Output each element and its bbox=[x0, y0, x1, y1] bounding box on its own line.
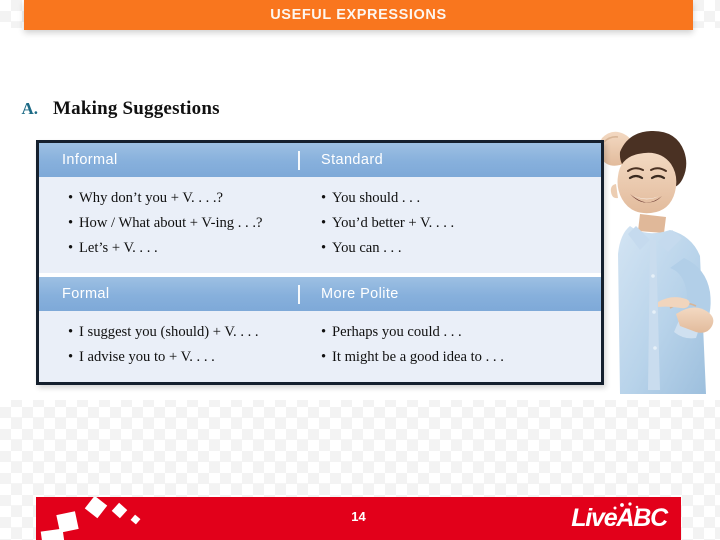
list-item: • How / What about + V-ing . . .? bbox=[68, 211, 300, 236]
list-item: • It might be a good idea to . . . bbox=[321, 345, 601, 370]
list-item-text: I suggest you (should) + V. . . . bbox=[79, 324, 259, 340]
list-item: • I suggest you (should) + V. . . . bbox=[68, 320, 300, 345]
table-row: • Why don’t you + V. . . .? • How / What a… bbox=[39, 177, 601, 273]
column-header-standard: Standard bbox=[321, 152, 384, 168]
list-item: • Perhaps you could . . . bbox=[321, 320, 601, 345]
bullet-icon: • bbox=[321, 324, 327, 340]
cell-informal-items: • Why don’t you + V. . . .? • How / What a… bbox=[39, 177, 300, 273]
list-item-text: You can . . . bbox=[332, 240, 402, 256]
bullet-icon: • bbox=[68, 349, 74, 365]
bullet-icon: • bbox=[321, 240, 327, 256]
list-item-text: It might be a good idea to . . . bbox=[332, 349, 504, 365]
page-title-banner: USEFUL EXPRESSIONS bbox=[24, 0, 693, 30]
page-title: USEFUL EXPRESSIONS bbox=[270, 7, 447, 23]
table-header-row: Informal Standard bbox=[39, 143, 601, 177]
section-heading: A. Making Suggestions bbox=[4, 98, 220, 126]
table-row: • I suggest you (should) + V. . . . • I ad… bbox=[39, 311, 601, 382]
bullet-icon: • bbox=[321, 349, 327, 365]
expressions-table: Informal Standard • Why don’t you + V. . … bbox=[36, 140, 604, 385]
list-item: • Why don’t you + V. . . .? bbox=[68, 186, 300, 211]
header-divider bbox=[298, 284, 300, 304]
list-item-text: How / What about + V-ing . . .? bbox=[79, 215, 263, 231]
column-header-more-polite: More Polite bbox=[321, 286, 399, 302]
cell-standard-items: • You should . . . • You’d better + V. . .… bbox=[300, 177, 601, 273]
bullet-icon: • bbox=[68, 190, 74, 206]
list-item: • I advise you to + V. . . . bbox=[68, 345, 300, 370]
presenter-photo bbox=[596, 126, 720, 394]
list-item: • Let’s + V. . . . bbox=[68, 236, 300, 261]
list-item-text: You’d better + V. . . . bbox=[332, 215, 455, 231]
bullet-icon: • bbox=[68, 215, 74, 231]
column-header-informal: Informal bbox=[62, 152, 118, 168]
page-footer: 14 LiveABC bbox=[36, 497, 681, 540]
bullet-icon: • bbox=[321, 215, 327, 231]
bullet-icon: • bbox=[68, 324, 74, 340]
list-item-text: Perhaps you could . . . bbox=[332, 324, 462, 340]
section-title: Making Suggestions bbox=[53, 98, 220, 119]
column-header-formal: Formal bbox=[62, 286, 110, 302]
list-item: • You should . . . bbox=[321, 186, 601, 211]
list-item: • You’d better + V. . . . bbox=[321, 211, 601, 236]
list-item-text: You should . . . bbox=[332, 190, 421, 206]
sparkle-icon bbox=[613, 502, 639, 510]
cell-formal-items: • I suggest you (should) + V. . . . • I ad… bbox=[39, 311, 300, 382]
list-item-text: Let’s + V. . . . bbox=[79, 240, 158, 256]
table-header-row: Formal More Polite bbox=[39, 277, 601, 311]
list-item-text: Why don’t you + V. . . .? bbox=[79, 190, 224, 206]
bullet-icon: • bbox=[321, 190, 327, 206]
presenter-photo-illustration bbox=[596, 126, 720, 394]
section-letter: A. bbox=[21, 99, 38, 118]
cell-more-polite-items: • Perhaps you could . . . • It might be a … bbox=[300, 311, 601, 382]
bullet-icon: • bbox=[68, 240, 74, 256]
liveabc-logo: LiveABC bbox=[571, 502, 668, 532]
header-divider bbox=[298, 150, 300, 170]
list-item: • You can . . . bbox=[321, 236, 601, 261]
list-item-text: I advise you to + V. . . . bbox=[79, 349, 215, 365]
